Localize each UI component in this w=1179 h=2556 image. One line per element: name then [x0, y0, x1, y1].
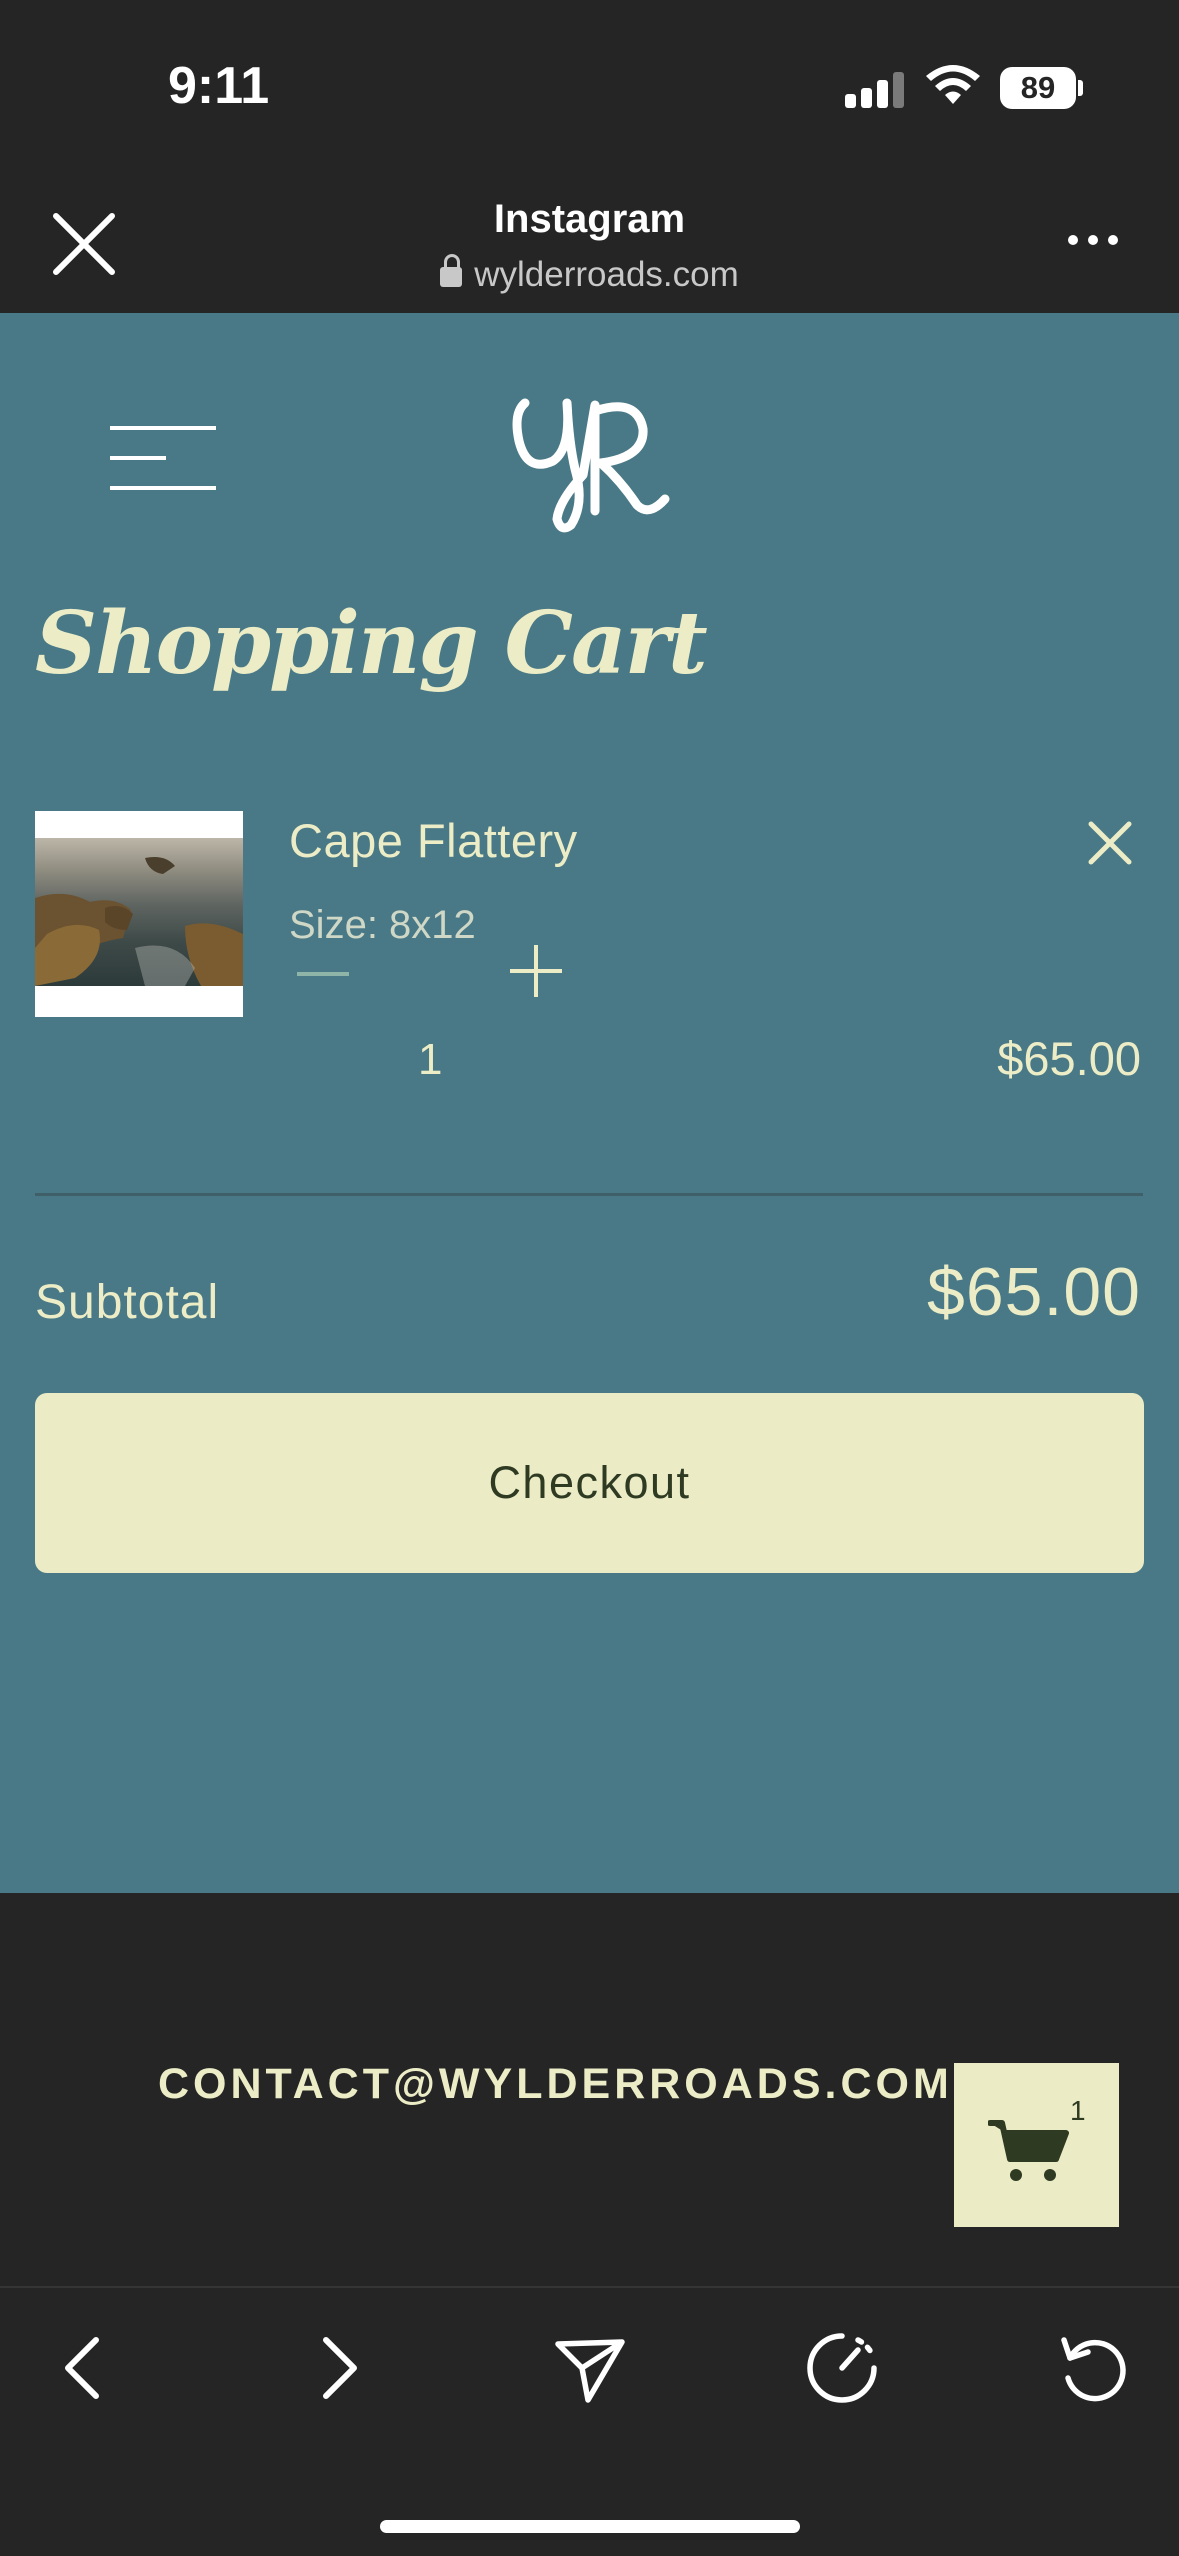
status-time: 9:11	[168, 57, 270, 115]
quantity-value[interactable]: 1	[418, 1035, 442, 1085]
remove-item-icon[interactable]	[1085, 818, 1135, 868]
status-bar: 9:11 89	[0, 0, 1179, 175]
reload-icon[interactable]	[1054, 2328, 1134, 2408]
product-thumbnail[interactable]	[35, 811, 243, 1017]
cellular-signal-icon	[845, 68, 905, 108]
browser-toolbar	[0, 2288, 1179, 2556]
battery-tip	[1078, 80, 1083, 96]
site-footer: CONTACT@WYLDERROADS.COM 1	[0, 1893, 1179, 2288]
item-price: $65.00	[997, 1032, 1141, 1085]
divider	[35, 1193, 1143, 1196]
back-arrow-icon[interactable]	[44, 2328, 124, 2408]
browser-url[interactable]: wylderroads.com	[0, 254, 1179, 295]
site-content: Shopping Cart Cape Flattery Size: 8x12 1…	[0, 313, 1179, 1893]
share-send-icon[interactable]	[550, 2328, 630, 2408]
item-size: Size: 8x12	[289, 903, 476, 947]
cart-icon	[988, 2120, 1069, 2181]
home-indicator[interactable]	[380, 2520, 800, 2533]
wifi-icon	[926, 65, 980, 104]
product-photo	[35, 838, 243, 986]
site-logo[interactable]	[505, 383, 675, 533]
speed-gauge-icon[interactable]	[802, 2328, 882, 2408]
browser-title: Instagram	[493, 197, 686, 241]
increase-quantity-button[interactable]	[510, 945, 562, 997]
hamburger-menu-icon[interactable]	[110, 426, 216, 490]
decrease-quantity-button[interactable]	[297, 948, 349, 998]
url-text: wylderroads.com	[474, 255, 739, 294]
battery-indicator: 89	[1000, 67, 1076, 109]
in-app-browser-header: Instagram wylderroads.com	[0, 175, 1179, 313]
contact-email-link[interactable]: CONTACT@WYLDERROADS.COM	[158, 2060, 953, 2109]
floating-cart-button[interactable]	[954, 2063, 1119, 2227]
more-options-icon[interactable]	[1068, 235, 1118, 247]
checkout-button[interactable]: Checkout	[35, 1393, 1144, 1573]
page-title: Shopping Cart	[35, 593, 708, 694]
forward-arrow-icon[interactable]	[298, 2328, 378, 2408]
item-name[interactable]: Cape Flattery	[289, 813, 578, 868]
cart-count-badge: 1	[1070, 2095, 1086, 2126]
subtotal-label: Subtotal	[35, 1276, 220, 1329]
lock-icon	[440, 254, 463, 287]
subtotal-value: $65.00	[927, 1254, 1141, 1330]
